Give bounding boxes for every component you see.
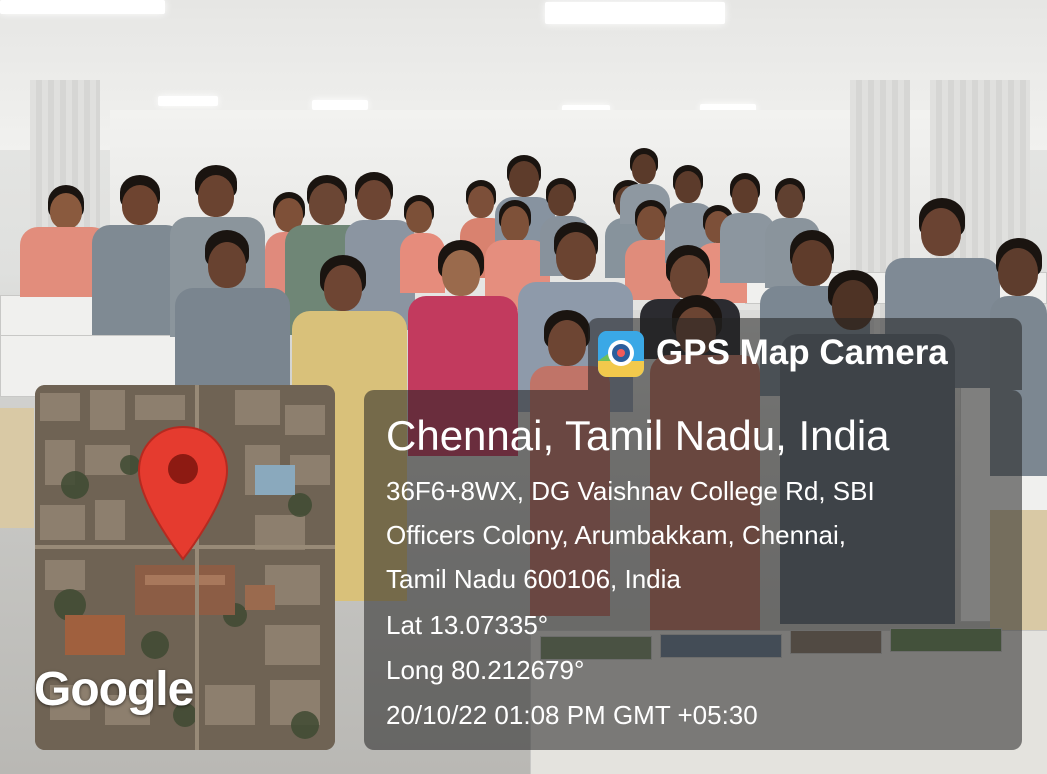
cabinet [0,408,34,528]
map-watermark: Google [34,663,194,716]
gps-map-camera-icon [598,331,644,377]
location-city: Chennai, Tamil Nadu, India [386,412,890,459]
address-line-1: 36F6+8WX, DG Vaishnav College Rd, SBI [386,476,875,506]
datetime: 20/10/22 01:08 PM GMT +05:30 [386,700,758,730]
app-name: GPS Map Camera [656,333,948,372]
ceiling-light [158,96,218,106]
longitude: Long 80.212679° [386,655,585,685]
map-pin-icon [137,425,229,561]
latitude: Lat 13.07335° [386,610,549,640]
ceiling-light [0,0,165,14]
address-line-2: Officers Colony, Arumbakkam, Chennai, [386,520,847,550]
ceiling-light [545,2,725,24]
ceiling-light [312,100,368,110]
address-line-3: Tamil Nadu 600106, India [386,564,681,594]
